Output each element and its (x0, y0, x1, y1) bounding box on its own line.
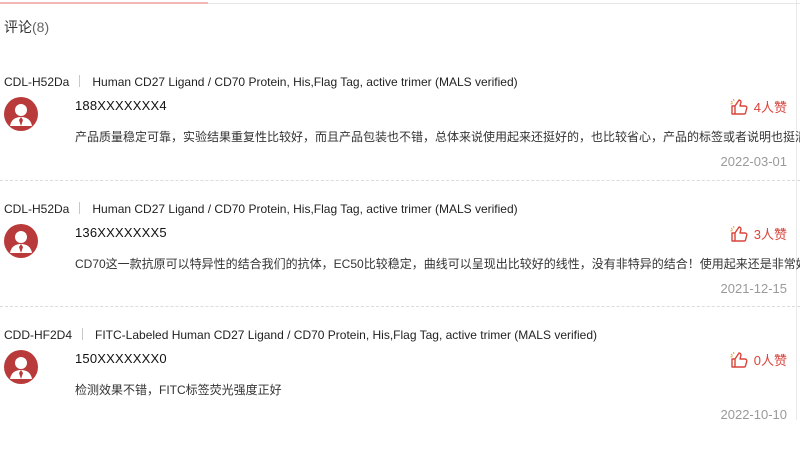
reviewer-id: 136XXXXXXX5 (75, 225, 167, 240)
like-button[interactable]: 3人赞 (730, 224, 787, 243)
user-avatar-icon (4, 224, 38, 258)
header-separator (79, 202, 81, 214)
review-item: CDL-H52Da Human CD27 Ligand / CD70 Protei… (0, 75, 800, 200)
thumbs-up-icon (730, 98, 748, 115)
reviews-title-label: 评论 (4, 19, 32, 35)
review-product-header: CDL-H52Da Human CD27 Ligand / CD70 Protei… (4, 202, 518, 216)
thumbs-up-icon (730, 351, 748, 368)
review-comment: CD70这一款抗原可以特异性的结合我们的抗体，EC50比较稳定，曲线可以呈现出比… (75, 255, 800, 272)
review-date: 2021-12-15 (720, 281, 788, 296)
reviewer-id: 150XXXXXXX0 (75, 351, 167, 366)
like-count: 0人赞 (753, 353, 787, 368)
review-comment-text: CD70这一款抗原可以特异性的结合我们的抗体，EC50比较稳定，曲线可以呈现出比… (75, 257, 800, 271)
review-product-header: CDD-HF2D4 FITC-Labeled Human CD27 Ligand … (4, 328, 597, 342)
header-separator (79, 75, 81, 87)
product-name-link[interactable]: Human CD27 Ligand / CD70 Protein, His,Fl… (92, 202, 517, 216)
review-divider (0, 306, 800, 307)
product-catalog-link[interactable]: CDL-H52Da (4, 75, 69, 89)
thumbs-up-icon (730, 225, 748, 242)
review-date: 2022-03-01 (720, 154, 788, 169)
product-catalog-link[interactable]: CDL-H52Da (4, 202, 69, 216)
review-divider (0, 180, 800, 181)
reviews-count: (8) (32, 19, 50, 35)
review-product-header: CDL-H52Da Human CD27 Ligand / CD70 Protei… (4, 75, 518, 89)
review-item: CDL-H52Da Human CD27 Ligand / CD70 Protei… (0, 202, 800, 327)
like-count: 4人赞 (753, 100, 787, 115)
review-comment: 检测效果不错，FITC标签荧光强度正好 (75, 383, 282, 397)
like-button[interactable]: 0人赞 (730, 350, 787, 369)
product-name-link[interactable]: Human CD27 Ligand / CD70 Protein, His,Fl… (92, 75, 517, 89)
reviewer-id: 188XXXXXXX4 (75, 98, 167, 113)
like-button[interactable]: 4人赞 (730, 97, 787, 116)
user-avatar-icon (4, 97, 38, 131)
header-separator (82, 328, 84, 340)
product-name-link[interactable]: FITC-Labeled Human CD27 Ligand / CD70 Pr… (95, 328, 597, 342)
reviews-section-title: 评论(8) (4, 17, 49, 37)
user-avatar-icon (4, 350, 38, 384)
like-count: 3人赞 (753, 227, 787, 242)
active-tab-indicator (0, 2, 208, 4)
product-catalog-link[interactable]: CDD-HF2D4 (4, 328, 72, 342)
review-item: CDD-HF2D4 FITC-Labeled Human CD27 Ligand … (0, 328, 800, 453)
review-comment: 产品质量稳定可靠，实验结果重复性比较好，而且产品包装也不错，总体来说使用起来还挺… (75, 130, 800, 144)
